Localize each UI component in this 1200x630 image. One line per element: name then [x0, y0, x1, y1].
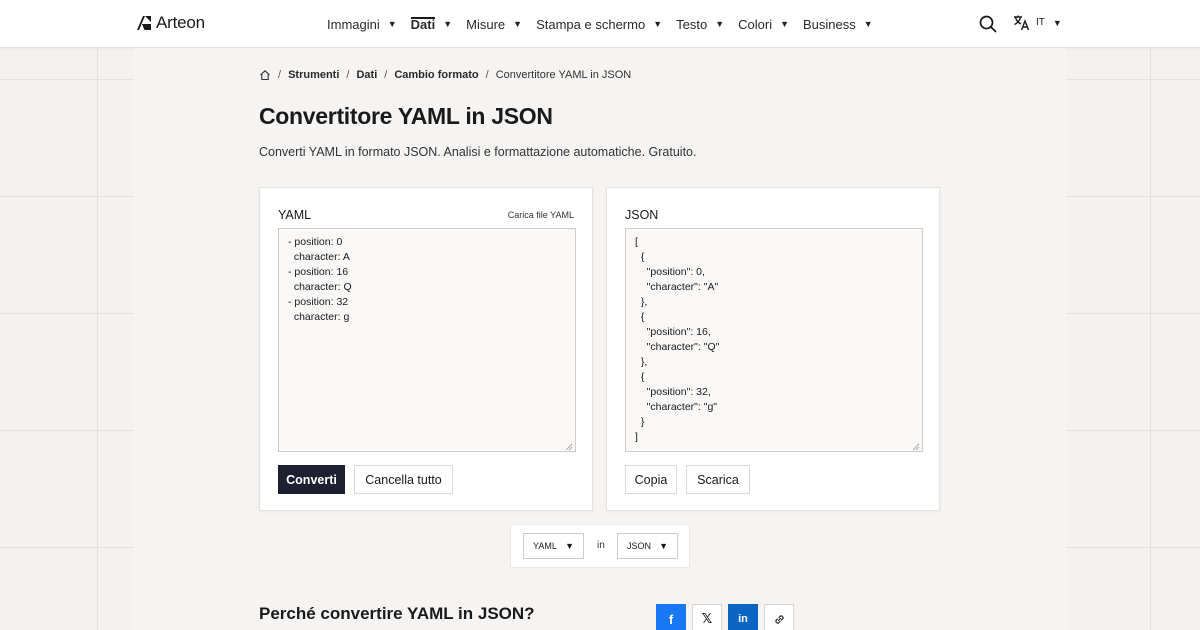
download-button[interactable]: Scarica: [686, 465, 750, 494]
search-icon: [979, 15, 997, 33]
nav-item-stampa-e-schermo[interactable]: Stampa e schermo ▼: [536, 0, 662, 48]
from-format-value: YAML: [533, 541, 557, 551]
to-format-select[interactable]: JSON ▼: [617, 533, 678, 559]
breadcrumb-separator: /: [485, 69, 489, 81]
breadcrumb-strumenti[interactable]: Strumenti: [288, 69, 339, 81]
resize-handle-icon[interactable]: [565, 443, 573, 451]
search-button[interactable]: [979, 15, 997, 33]
top-navigation-bar: Arteon Immagini ▼ Dati ▼ Misure ▼ Stampa…: [0, 0, 1200, 48]
home-icon[interactable]: [259, 69, 271, 81]
nav-item-immagini[interactable]: Immagini ▼: [327, 0, 397, 48]
nav-item-label: Misure: [466, 16, 506, 32]
nav-item-label: Business: [803, 16, 856, 32]
caret-down-icon: ▼: [659, 541, 668, 551]
caret-down-icon: ▼: [863, 19, 873, 29]
share-linkedin-button[interactable]: in: [728, 604, 758, 630]
facebook-icon: f: [668, 611, 674, 627]
brand-name: Arteon: [156, 13, 205, 32]
nav-item-label: Testo: [676, 16, 708, 32]
yaml-input-panel: YAML Carica file YAML - position: 0 char…: [259, 187, 593, 511]
main-content: / Strumenti / Dati / Cambio formato / Co…: [134, 48, 1066, 630]
nav-item-dati[interactable]: Dati ▼: [410, 0, 453, 48]
breadcrumb-separator: /: [346, 69, 350, 81]
format-switch: YAML ▼ in JSON ▼: [510, 524, 690, 568]
nav-item-business[interactable]: Business ▼: [803, 0, 873, 48]
caret-down-icon: ▼: [1052, 17, 1062, 28]
breadcrumb-current: Convertitore YAML in JSON: [495, 69, 632, 81]
clear-all-button[interactable]: Cancella tutto: [354, 465, 453, 494]
caret-down-icon: ▼: [780, 19, 790, 29]
breadcrumb: / Strumenti / Dati / Cambio formato / Co…: [259, 69, 631, 81]
nav-item-label: Dati: [410, 16, 436, 32]
format-connector: in: [597, 540, 605, 551]
caret-down-icon: ▼: [715, 19, 725, 29]
json-output-textarea[interactable]: [ { "position": 0, "character": "A" }, {…: [625, 228, 923, 452]
to-format-value: JSON: [627, 541, 652, 551]
caret-down-icon: ▼: [565, 541, 574, 551]
page-subtitle: Converti YAML in formato JSON. Analisi e…: [259, 145, 697, 159]
caret-down-icon: ▼: [443, 19, 453, 29]
share-facebook-button[interactable]: f: [656, 604, 686, 630]
yaml-input-textarea[interactable]: - position: 0 character: A - position: 1…: [278, 228, 576, 452]
breadcrumb-dati[interactable]: Dati: [356, 69, 377, 81]
x-icon: 𝕏: [701, 611, 713, 626]
nav-item-label: Stampa e schermo: [536, 16, 646, 32]
resize-handle-icon[interactable]: [912, 443, 920, 451]
main-nav: Immagini ▼ Dati ▼ Misure ▼ Stampa e sche…: [327, 0, 887, 48]
share-x-button[interactable]: 𝕏: [692, 604, 722, 630]
language-code: IT: [1036, 17, 1045, 28]
nav-item-testo[interactable]: Testo ▼: [676, 0, 724, 48]
nav-item-misure[interactable]: Misure ▼: [466, 0, 522, 48]
breadcrumb-separator: /: [278, 69, 282, 81]
translate-icon: [1014, 15, 1030, 31]
breadcrumb-separator: /: [384, 69, 388, 81]
json-panel-label: JSON: [625, 208, 659, 222]
caret-down-icon: ▼: [513, 19, 523, 29]
from-format-select[interactable]: YAML ▼: [523, 533, 584, 559]
yaml-panel-label: YAML: [278, 208, 312, 222]
convert-button[interactable]: Converti: [278, 465, 345, 494]
page-title: Convertitore YAML in JSON: [259, 103, 553, 129]
breadcrumb-cambio-formato[interactable]: Cambio formato: [394, 69, 478, 81]
copy-button[interactable]: Copia: [625, 465, 677, 494]
linkedin-icon: in: [738, 613, 748, 625]
caret-down-icon: ▼: [387, 19, 397, 29]
caret-down-icon: ▼: [653, 19, 663, 29]
nav-item-label: Immagini: [327, 16, 380, 32]
copy-link-button[interactable]: [764, 604, 794, 630]
brand-logo[interactable]: Arteon: [136, 13, 205, 33]
upload-yaml-link[interactable]: Carica file YAML: [508, 210, 574, 220]
nav-item-label: Colori: [738, 16, 773, 32]
brand-logo-icon: [136, 15, 152, 31]
section-title: Perché convertire YAML in JSON?: [259, 604, 535, 623]
language-selector[interactable]: IT ▼: [1013, 14, 1062, 31]
nav-item-colori[interactable]: Colori ▼: [738, 0, 789, 48]
link-icon: [774, 614, 784, 624]
json-output-panel: JSON [ { "position": 0, "character": "A"…: [606, 187, 940, 511]
